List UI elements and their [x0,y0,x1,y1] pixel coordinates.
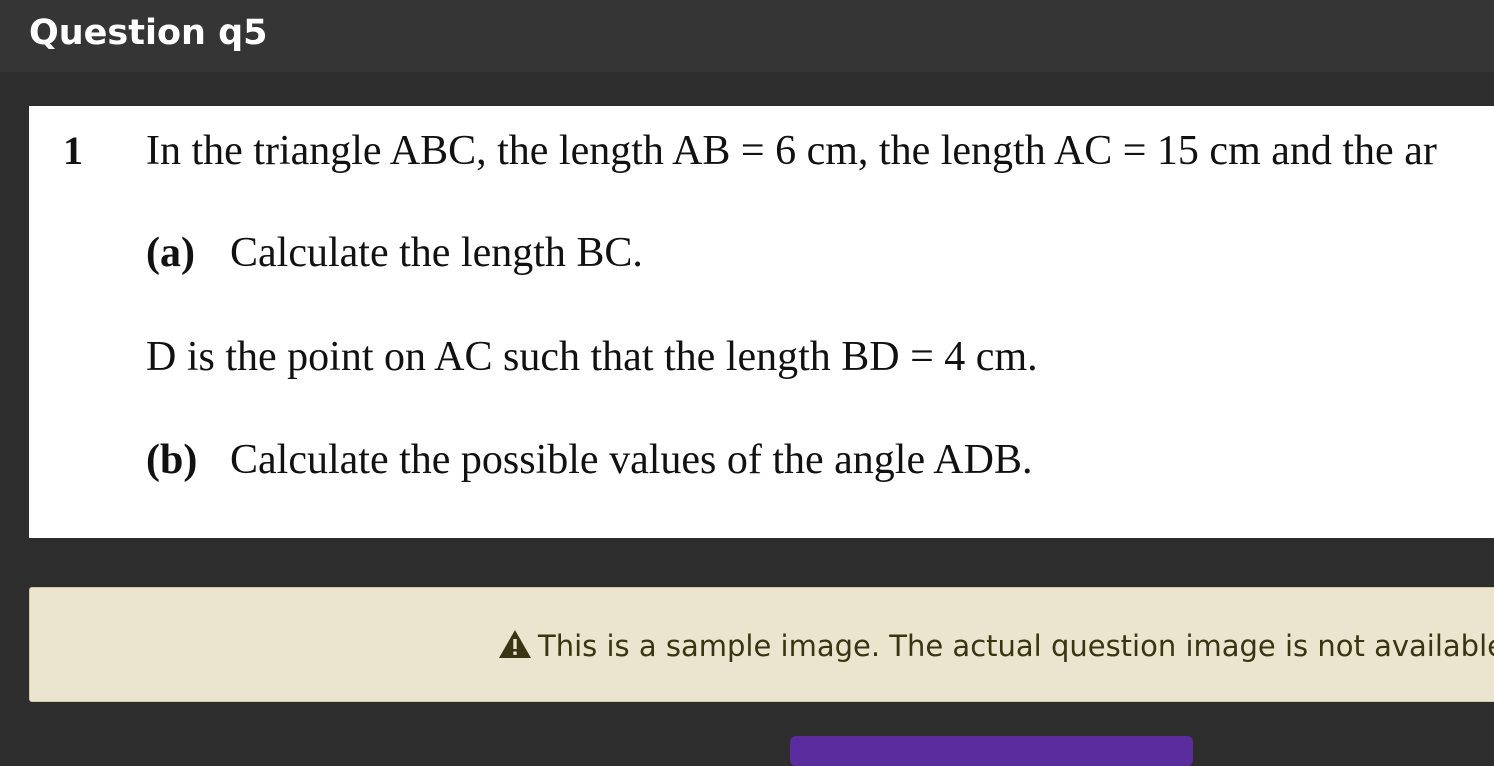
warning-icon [499,630,531,658]
sample-image-notice: This is a sample image. The actual quest… [29,587,1494,702]
part-a-label: (a) [146,230,195,276]
page-title: Question q5 [29,13,268,53]
question-image: 1 In the triangle ABC, the length AB = 6… [29,106,1494,538]
notice-text: This is a sample image. The actual quest… [538,629,1494,663]
notice-content: This is a sample image. The actual quest… [498,626,1494,666]
part-a-text: Calculate the length BC. [230,230,643,276]
question-number: 1 [63,128,83,173]
part-b: (b) Calculate the possible values of the … [146,435,1032,485]
part-b-label: (b) [146,437,198,483]
part-b-text: Calculate the possible values of the ang… [230,437,1033,483]
point-d-statement: D is the point on AC such that the lengt… [146,334,1038,380]
part-a: (a) Calculate the length BC. [146,228,643,278]
page-header: Question q5 [0,0,1494,72]
question-intro: In the triangle ABC, the length AB = 6 c… [146,128,1437,174]
action-button[interactable] [790,736,1193,766]
